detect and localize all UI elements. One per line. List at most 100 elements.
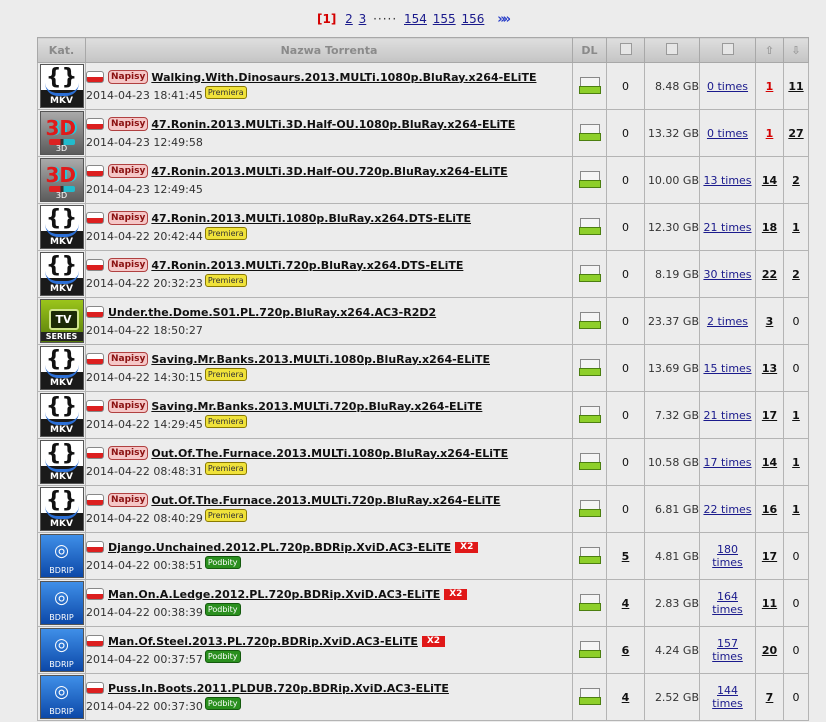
download-icon[interactable] xyxy=(578,498,601,518)
completed-times-link[interactable]: 21 times xyxy=(699,203,756,251)
seeders-count[interactable]: 17 xyxy=(755,532,784,580)
torrent-name-link[interactable]: Under.the.Dome.S01.PL.720p.BluRay.x264.A… xyxy=(108,306,436,319)
leechers-count[interactable]: 2 xyxy=(783,250,809,298)
download-cell xyxy=(572,579,607,627)
completed-times-link[interactable]: 164 times xyxy=(699,579,756,627)
page-link-154[interactable]: 154 xyxy=(404,12,427,26)
category-mkv-icon[interactable]: {} MKV xyxy=(39,252,84,296)
page-link-156[interactable]: 156 xyxy=(461,12,484,26)
download-icon[interactable] xyxy=(578,451,601,471)
torrent-name-link[interactable]: 47.Ronin.2013.MULTi.720p.BluRay.x264.DTS… xyxy=(151,259,463,272)
download-icon[interactable] xyxy=(578,686,601,706)
torrent-name-link[interactable]: Walking.With.Dinosaurs.2013.MULTi.1080p.… xyxy=(151,71,536,84)
download-icon[interactable] xyxy=(578,310,601,330)
leechers-count[interactable]: 1 xyxy=(783,485,809,533)
torrent-name-link[interactable]: Saving.Mr.Banks.2013.MULTi.1080p.BluRay.… xyxy=(151,353,490,366)
torrent-name-link[interactable]: Saving.Mr.Banks.2013.MULTi.720p.BluRay.x… xyxy=(151,400,482,413)
category-bdrip-icon[interactable]: ◎ BDRIP xyxy=(39,581,84,625)
leechers-count[interactable]: 27 xyxy=(783,109,809,157)
completed-times-link[interactable]: 22 times xyxy=(699,485,756,533)
completed-times-link[interactable]: 0 times xyxy=(699,109,756,157)
header-comments[interactable] xyxy=(606,37,645,63)
completed-times-link[interactable]: 21 times xyxy=(699,391,756,439)
header-kat[interactable]: Kat. xyxy=(37,37,86,63)
completed-times-link[interactable]: 2 times xyxy=(699,297,756,345)
seeders-count[interactable]: 1 xyxy=(755,62,784,110)
seeders-count[interactable]: 3 xyxy=(755,297,784,345)
torrent-name-link[interactable]: 47.Ronin.2013.MULTi.3D.Half-OU.1080p.Blu… xyxy=(151,118,515,131)
download-icon[interactable] xyxy=(578,122,601,142)
seeders-count[interactable]: 20 xyxy=(755,626,784,674)
torrent-name-link[interactable]: Man.Of.Steel.2013.PL.720p.BDRip.XviD.AC3… xyxy=(108,635,418,648)
category-tv-series-icon[interactable]: TV SERIES xyxy=(39,299,84,343)
category-bdrip-icon[interactable]: ◎ BDRIP xyxy=(39,534,84,578)
seeders-count[interactable]: 13 xyxy=(755,344,784,392)
comments-count[interactable]: 5 xyxy=(606,532,645,580)
torrent-size: 10.58 GB xyxy=(644,438,700,486)
torrent-name-link[interactable]: Django.Unchained.2012.PL.720p.BDRip.XviD… xyxy=(108,541,451,554)
header-size[interactable] xyxy=(644,37,700,63)
seeders-count[interactable]: 22 xyxy=(755,250,784,298)
seeders-count[interactable]: 16 xyxy=(755,485,784,533)
completed-times-link[interactable]: 180 times xyxy=(699,532,756,580)
seeders-count[interactable]: 7 xyxy=(755,673,784,721)
download-icon[interactable] xyxy=(578,216,601,236)
seeders-count[interactable]: 17 xyxy=(755,391,784,439)
completed-times-link[interactable]: 30 times xyxy=(699,250,756,298)
download-icon[interactable] xyxy=(578,404,601,424)
category-bdrip-icon[interactable]: ◎ BDRIP xyxy=(39,675,84,719)
completed-times-link[interactable]: 144 times xyxy=(699,673,756,721)
torrent-name-link[interactable]: Puss.In.Boots.2011.PLDUB.720p.BDRip.XviD… xyxy=(108,682,449,695)
download-icon[interactable] xyxy=(578,545,601,565)
category-3d-icon[interactable]: 3D 3D xyxy=(39,111,84,155)
category-bdrip-icon[interactable]: ◎ BDRIP xyxy=(39,628,84,672)
page-link-2[interactable]: 2 xyxy=(345,12,353,26)
completed-times-link[interactable]: 15 times xyxy=(699,344,756,392)
comments-count[interactable]: 4 xyxy=(606,673,645,721)
torrent-name-link[interactable]: 47.Ronin.2013.MULTi.1080p.BluRay.x264.DT… xyxy=(151,212,471,225)
premiera-badge: Premiera xyxy=(204,273,247,287)
category-mkv-icon[interactable]: {} MKV xyxy=(39,346,84,390)
download-icon[interactable] xyxy=(578,357,601,377)
download-icon[interactable] xyxy=(578,75,601,95)
seeders-count[interactable]: 11 xyxy=(755,579,784,627)
category-3d-icon[interactable]: 3D 3D xyxy=(39,158,84,202)
download-icon[interactable] xyxy=(578,639,601,659)
leechers-count[interactable]: 11 xyxy=(783,62,809,110)
category-mkv-icon[interactable]: {} MKV xyxy=(39,440,84,484)
next-page-icon[interactable]: »» xyxy=(497,12,511,27)
seeders-count[interactable]: 1 xyxy=(755,109,784,157)
seeders-count[interactable]: 14 xyxy=(755,156,784,204)
seeders-count[interactable]: 18 xyxy=(755,203,784,251)
torrent-name-link[interactable]: Out.Of.The.Furnace.2013.MULTi.720p.BluRa… xyxy=(151,494,500,507)
category-mkv-icon[interactable]: {} MKV xyxy=(39,487,84,531)
page-link-3[interactable]: 3 xyxy=(359,12,367,26)
header-seeders[interactable]: ⇧ xyxy=(755,37,784,63)
comments-count[interactable]: 4 xyxy=(606,579,645,627)
header-name[interactable]: Nazwa Torrenta xyxy=(85,37,573,63)
completed-times-link[interactable]: 157 times xyxy=(699,626,756,674)
seeders-count[interactable]: 14 xyxy=(755,438,784,486)
header-leechers[interactable]: ⇩ xyxy=(783,37,809,63)
category-mkv-icon[interactable]: {} MKV xyxy=(39,393,84,437)
leechers-count[interactable]: 2 xyxy=(783,156,809,204)
completed-times-link[interactable]: 0 times xyxy=(699,62,756,110)
download-icon[interactable] xyxy=(578,263,601,283)
category-mkv-icon[interactable]: {} MKV xyxy=(39,64,84,108)
torrent-size: 23.37 GB xyxy=(644,297,700,345)
torrent-name-link[interactable]: Man.On.A.Ledge.2012.PL.720p.BDRip.XviD.A… xyxy=(108,588,440,601)
category-mkv-icon[interactable]: {} MKV xyxy=(39,205,84,249)
comments-count[interactable]: 6 xyxy=(606,626,645,674)
download-cell xyxy=(572,485,607,533)
header-completed[interactable] xyxy=(699,37,756,63)
leechers-count[interactable]: 1 xyxy=(783,391,809,439)
completed-times-link[interactable]: 17 times xyxy=(699,438,756,486)
completed-times-link[interactable]: 13 times xyxy=(699,156,756,204)
leechers-count[interactable]: 1 xyxy=(783,438,809,486)
download-icon[interactable] xyxy=(578,169,601,189)
torrent-name-link[interactable]: 47.Ronin.2013.MULTi.3D.Half-OU.720p.BluR… xyxy=(151,165,507,178)
page-link-155[interactable]: 155 xyxy=(433,12,456,26)
leechers-count[interactable]: 1 xyxy=(783,203,809,251)
download-icon[interactable] xyxy=(578,592,601,612)
torrent-name-link[interactable]: Out.Of.The.Furnace.2013.MULTi.1080p.BluR… xyxy=(151,447,508,460)
